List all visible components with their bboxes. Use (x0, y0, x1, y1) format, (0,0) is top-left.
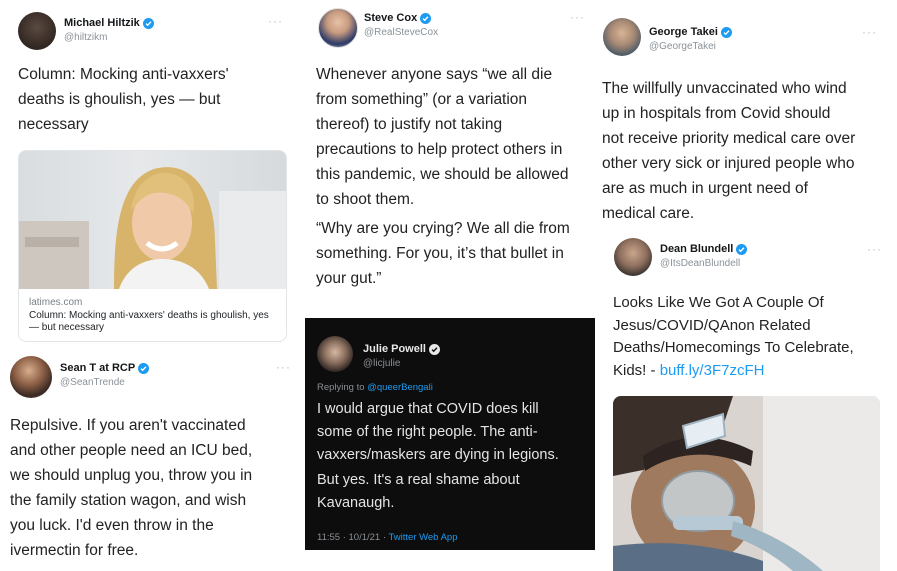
more-options-icon[interactable]: ··· (268, 14, 283, 28)
avatar[interactable] (614, 238, 652, 276)
author-name[interactable]: Steve Cox (364, 12, 432, 24)
more-options-icon[interactable]: ··· (570, 10, 585, 24)
tweet-text-continued: “Why are you crying? We all die from som… (316, 220, 570, 287)
link-card[interactable]: latimes.com Column: Mocking anti-vaxxers… (18, 150, 287, 342)
tweet-photo[interactable] (613, 396, 880, 571)
avatar[interactable] (603, 18, 641, 56)
author-name[interactable]: Sean T at RCP (60, 362, 150, 374)
verified-badge-icon (736, 243, 748, 255)
more-options-icon[interactable]: ··· (867, 242, 882, 256)
reply-context: Replying to @queerBengali (317, 382, 433, 393)
tweet-text: Column: Mocking anti-vaxxers' deaths is … (18, 66, 229, 133)
tweet-text: I would argue that COVID does kill some … (317, 401, 559, 463)
author-handle[interactable]: @licjulie (363, 358, 400, 369)
author-handle[interactable]: @hiltzikm (64, 32, 108, 43)
more-options-icon[interactable]: ··· (862, 25, 877, 39)
tweet-trende[interactable]: Sean T at RCP @SeanTrende ··· Repulsive.… (0, 350, 300, 571)
verified-badge-icon (142, 17, 154, 29)
avatar[interactable] (317, 336, 353, 372)
tweet-text: Repulsive. If you aren't vaccinated and … (10, 417, 253, 559)
author-name[interactable]: Julie Powell (363, 343, 440, 355)
author-handle[interactable]: @GeorgeTakei (649, 41, 716, 52)
tweet-link[interactable]: buff.ly/3F7zcFH (660, 362, 765, 379)
verified-badge-icon (138, 362, 150, 374)
author-name[interactable]: George Takei (649, 26, 732, 38)
author-handle[interactable]: @ItsDeanBlundell (660, 258, 740, 269)
more-options-icon[interactable]: ··· (276, 360, 291, 374)
tweet-powell[interactable]: Julie Powell @licjulie Replying to @quee… (305, 318, 595, 550)
avatar[interactable] (318, 8, 358, 48)
tweet-text: Looks Like We Got A Couple Of Jesus/COVI… (613, 294, 854, 379)
card-title: Column: Mocking anti-vaxxers' deaths is … (29, 310, 269, 333)
author-name[interactable]: Michael Hiltzik (64, 17, 154, 29)
author-handle[interactable]: @SeanTrende (60, 377, 125, 388)
verified-badge-icon (420, 12, 432, 24)
reply-to-link[interactable]: @queerBengali (367, 382, 433, 393)
avatar[interactable] (18, 12, 56, 50)
tweet-text: Whenever anyone says “we all die from so… (316, 66, 569, 208)
tweet-cox[interactable]: Steve Cox @RealSteveCox ··· Whenever any… (300, 0, 600, 300)
tweet-text: The willfully unvaccinated who wind up i… (602, 80, 856, 222)
hospital-photo-illustration (613, 396, 880, 571)
tweet-source-link[interactable]: Twitter Web App (388, 532, 457, 543)
avatar[interactable] (10, 356, 52, 398)
author-name[interactable]: Dean Blundell (660, 243, 748, 255)
verified-badge-icon (720, 26, 732, 38)
tweet-timestamp: 11:55 · 10/1/21 · Twitter Web App (317, 532, 458, 543)
verified-badge-icon (428, 343, 440, 355)
tweet-text-continued: But yes. It's a real shame about Kavanau… (317, 472, 520, 511)
author-handle[interactable]: @RealSteveCox (364, 27, 438, 38)
article-image (19, 151, 286, 289)
tweet-takei[interactable]: George Takei @GeorgeTakei ··· The willfu… (597, 0, 897, 230)
portrait-illustration (19, 167, 286, 289)
tweet-hiltzik[interactable]: Michael Hiltzik @hiltzikm ··· Column: Mo… (0, 0, 300, 345)
card-domain: latimes.com (29, 297, 83, 308)
